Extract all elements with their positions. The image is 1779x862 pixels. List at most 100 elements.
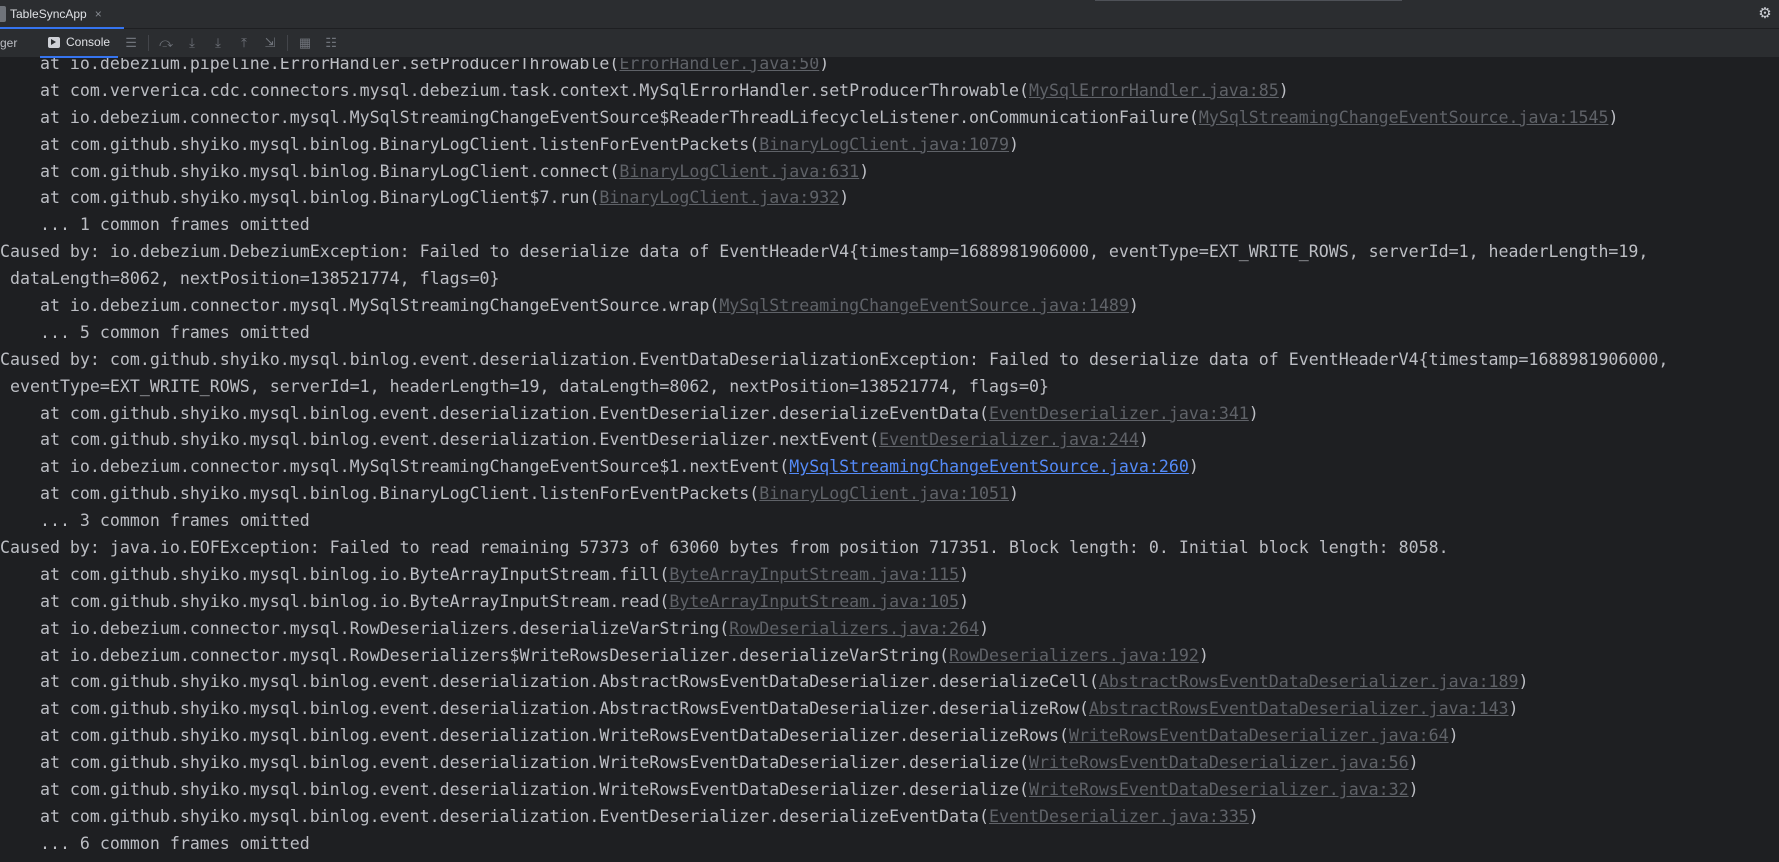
console-line-text: at com.github.shyiko.mysql.binlog.Binary… [0, 134, 760, 154]
console-line: Caused by: java.io.EOFException: Failed … [0, 535, 1668, 562]
console-line-tail: ) [1009, 134, 1020, 154]
console-line: at com.github.shyiko.mysql.binlog.event.… [0, 750, 1668, 777]
console-line-tail: ) [1248, 403, 1259, 423]
console-line: at com.github.shyiko.mysql.binlog.Binary… [0, 132, 1668, 159]
console-line-tail: ) [1508, 699, 1519, 719]
tab-console[interactable]: Console [40, 29, 119, 58]
stack-trace-link[interactable]: WriteRowsEventDataDeserializer.java:64 [1069, 726, 1449, 745]
console-line-tail: ) [1248, 806, 1259, 826]
console-line-tail: ) [959, 564, 970, 584]
console-line-text: at com.github.shyiko.mysql.binlog.event.… [0, 699, 1089, 719]
tab-debugger-label: ger [0, 36, 18, 50]
console-line: at io.debezium.pipeline.ErrorHandler.set… [0, 58, 1668, 78]
console-line-tail: ) [1198, 645, 1209, 665]
stack-trace-link[interactable]: MySqlStreamingChangeEventSource.java:148… [719, 296, 1129, 315]
console-line: at com.github.shyiko.mysql.binlog.io.Byt… [0, 562, 1668, 589]
console-line: eventType=EXT_WRITE_ROWS, serverId=1, he… [0, 374, 1668, 401]
run-tabs-bar: TableSyncApp × ⚙ [0, 0, 1779, 29]
console-line: at com.github.shyiko.mysql.binlog.Binary… [0, 481, 1668, 508]
console-lines: at io.debezium.pipeline.ErrorHandler.set… [0, 58, 1668, 858]
step-over-icon[interactable]: ⤼ [153, 32, 179, 54]
stack-trace-link[interactable]: BinaryLogClient.java:1079 [759, 135, 1009, 154]
console-line: at com.github.shyiko.mysql.binlog.event.… [0, 723, 1668, 750]
application-icon [0, 5, 6, 22]
run-tab-tablesyncapp[interactable]: TableSyncApp × [0, 0, 124, 29]
console-line: at io.debezium.connector.mysql.MySqlStre… [0, 293, 1668, 320]
console-line-text: ... 6 common frames omitted [0, 833, 310, 853]
console-icon [48, 36, 60, 48]
stack-trace-link[interactable]: ErrorHandler.java:50 [619, 58, 819, 73]
console-line-tail: ) [1518, 672, 1529, 692]
console-line-text: at io.debezium.connector.mysql.RowDeseri… [0, 645, 950, 665]
console-line-text: at com.github.shyiko.mysql.binlog.event.… [0, 430, 880, 450]
console-line-tail: ) [819, 58, 830, 73]
stack-trace-link[interactable]: EventDeserializer.java:341 [989, 404, 1249, 423]
console-line: ... 6 common frames omitted [0, 831, 1668, 858]
layout-icon[interactable]: ☷ [318, 32, 344, 54]
stack-trace-link[interactable]: ByteArrayInputStream.java:115 [669, 565, 959, 584]
console-line-tail: ) [1009, 484, 1020, 504]
console-line: Caused by: io.debezium.DebeziumException… [0, 239, 1668, 266]
console-line: at com.github.shyiko.mysql.binlog.event.… [0, 777, 1668, 804]
debug-toolbar: ger Console ☰ ⤼ ⤓ ⤓ ⤒ ⇲ ▦ ☷ [0, 29, 1779, 58]
console-line-text: ... 5 common frames omitted [0, 322, 310, 342]
gear-icon[interactable]: ⚙ [1757, 6, 1773, 22]
stack-trace-link[interactable]: MySqlStreamingChangeEventSource.java:260 [789, 457, 1189, 476]
console-line: ... 3 common frames omitted [0, 508, 1668, 535]
tab-debugger[interactable]: ger [0, 29, 40, 58]
stack-trace-link[interactable]: AbstractRowsEventDataDeserializer.java:1… [1089, 699, 1509, 718]
console-line-tail: ) [839, 188, 850, 208]
console-output[interactable]: at io.debezium.pipeline.ErrorHandler.set… [0, 58, 1779, 862]
stack-trace-link[interactable]: BinaryLogClient.java:932 [599, 188, 839, 207]
console-line: at com.github.shyiko.mysql.binlog.Binary… [0, 185, 1668, 212]
force-step-into-icon[interactable]: ⤓ [205, 32, 231, 54]
stack-trace-link[interactable]: ByteArrayInputStream.java:105 [669, 592, 959, 611]
console-line-tail: ) [979, 618, 990, 638]
console-line-text: at io.debezium.connector.mysql.MySqlStre… [0, 107, 1199, 127]
console-line-text: eventType=EXT_WRITE_ROWS, serverId=1, he… [0, 376, 1049, 396]
console-line: Caused by: com.github.shyiko.mysql.binlo… [0, 347, 1668, 374]
step-out-icon[interactable]: ⤒ [231, 32, 257, 54]
step-into-icon[interactable]: ⤓ [179, 32, 205, 54]
tab-console-label: Console [66, 35, 111, 49]
console-line: at com.github.shyiko.mysql.binlog.io.Byt… [0, 589, 1668, 616]
close-icon[interactable]: × [95, 7, 102, 21]
toolbar-divider [287, 35, 289, 51]
stack-trace-link[interactable]: RowDeserializers.java:192 [949, 646, 1199, 665]
console-line: at com.github.shyiko.mysql.binlog.event.… [0, 427, 1668, 454]
stack-trace-link[interactable]: MySqlStreamingChangeEventSource.java:154… [1199, 108, 1609, 127]
console-line-text: at com.github.shyiko.mysql.binlog.Binary… [0, 188, 600, 208]
toolbar-divider [148, 35, 150, 51]
run-to-cursor-icon[interactable]: ⇲ [257, 32, 283, 54]
console-line-tail: ) [1278, 80, 1289, 100]
console-line-text: at com.github.shyiko.mysql.binlog.event.… [0, 780, 1029, 800]
console-line-tail: ) [1408, 753, 1419, 773]
stack-trace-link[interactable]: AbstractRowsEventDataDeserializer.java:1… [1099, 672, 1519, 691]
stack-trace-link[interactable]: WriteRowsEventDataDeserializer.java:32 [1029, 780, 1409, 799]
stack-trace-link[interactable]: EventDeserializer.java:335 [989, 807, 1249, 826]
console-line-tail: ) [1128, 296, 1139, 316]
console-line-text: at com.github.shyiko.mysql.binlog.event.… [0, 672, 1099, 692]
console-line: dataLength=8062, nextPosition=138521774,… [0, 266, 1668, 293]
console-line-text: at com.github.shyiko.mysql.binlog.io.Byt… [0, 591, 670, 611]
stack-trace-link[interactable]: WriteRowsEventDataDeserializer.java:56 [1029, 753, 1409, 772]
console-line: at com.github.shyiko.mysql.binlog.event.… [0, 696, 1668, 723]
console-line-text: at io.debezium.connector.mysql.RowDeseri… [0, 618, 730, 638]
console-line-text: at com.github.shyiko.mysql.binlog.event.… [0, 806, 990, 826]
console-line: at io.debezium.connector.mysql.RowDeseri… [0, 616, 1668, 643]
soft-wrap-icon[interactable]: ☰ [118, 32, 144, 54]
console-line: at io.debezium.connector.mysql.RowDeseri… [0, 643, 1668, 670]
console-line-tail: ) [1608, 107, 1619, 127]
stack-trace-link[interactable]: MySqlErrorHandler.java:85 [1029, 81, 1279, 100]
console-line-tail: ) [1448, 726, 1459, 746]
evaluate-icon[interactable]: ▦ [292, 32, 318, 54]
console-line-text: Caused by: io.debezium.DebeziumException… [0, 242, 1649, 262]
stack-trace-link[interactable]: BinaryLogClient.java:631 [619, 162, 859, 181]
stack-trace-link[interactable]: BinaryLogClient.java:1051 [759, 484, 1009, 503]
console-line: ... 5 common frames omitted [0, 320, 1668, 347]
console-line: at com.github.shyiko.mysql.binlog.event.… [0, 804, 1668, 831]
console-line-text: at com.github.shyiko.mysql.binlog.event.… [0, 403, 990, 423]
console-line-text: at com.github.shyiko.mysql.binlog.event.… [0, 753, 1029, 773]
stack-trace-link[interactable]: EventDeserializer.java:244 [879, 430, 1139, 449]
stack-trace-link[interactable]: RowDeserializers.java:264 [729, 619, 979, 638]
